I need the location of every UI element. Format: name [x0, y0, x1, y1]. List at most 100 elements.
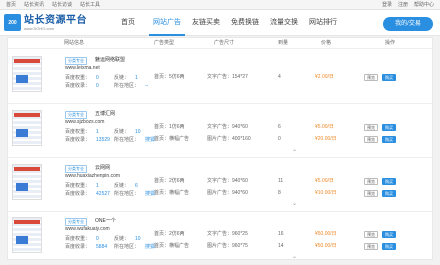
nav-site-ads[interactable]: 网站广告 — [149, 10, 185, 36]
ad-amount: 14 — [278, 243, 284, 249]
ad-price: ¥10.00/日 — [315, 190, 337, 196]
expand-chevron-icon[interactable]: ⌄ — [292, 253, 297, 260]
site-header: 200 站长资源平台 www.SOHO.com 首页 网站广告 友链买卖 免费换… — [0, 10, 440, 36]
nav-home[interactable]: 首页 — [110, 10, 146, 36]
buy-button[interactable]: 购买 — [382, 178, 396, 185]
baidu-index-label: 百度收录： — [65, 191, 91, 197]
login-link[interactable]: 登录 — [382, 0, 392, 10]
site-thumbnail[interactable] — [12, 56, 42, 92]
table-header: 网站信息 广告类型 广告尺寸 到量 价格 操作 — [8, 38, 432, 49]
backlinks: 反链： 1 — [114, 75, 138, 82]
preview-button[interactable]: 预览 — [364, 178, 378, 185]
backlinks-value: 6 — [135, 183, 138, 189]
help-link[interactable]: 帮助中心 — [414, 0, 434, 10]
baidu-index-label: 百度收录： — [65, 83, 91, 89]
buy-button[interactable]: 购买 — [382, 190, 396, 197]
table-row: 分类专业 魅运网络联盟 www.leixma.net 百度权重： 0 反链： 1 百度收录： 0… — [8, 50, 432, 104]
baidu-index-value: 42527 — [96, 191, 110, 197]
nav-site-ranking[interactable]: 网站排行 — [305, 10, 341, 36]
my-trade-button[interactable]: 我的/交易 — [383, 17, 433, 31]
site-url[interactable]: www.huaxiazhenpin.com — [65, 173, 120, 180]
top-link-news[interactable]: 站长资讯 — [24, 0, 44, 10]
baidu-index-value: 5884 — [96, 244, 108, 250]
preview-button[interactable]: 预览 — [364, 190, 378, 197]
baidu-weight-label: 百度权重： — [65, 183, 91, 189]
region-label: 所在地区： — [114, 137, 140, 143]
ad-size: 图片广告：400*160 — [207, 136, 251, 142]
ad-amount: 6 — [278, 124, 281, 130]
ad-amount: 11 — [278, 178, 284, 184]
nav-free-exchange[interactable]: 免费换链 — [227, 10, 263, 36]
baidu-weight-value: 0 — [96, 75, 99, 81]
buy-button[interactable]: 购买 — [382, 231, 396, 238]
baidu-weight-value: 1 — [96, 183, 99, 189]
register-link[interactable]: 注册 — [398, 0, 408, 10]
preview-button[interactable]: 预览 — [364, 231, 378, 238]
site-url[interactable]: www.wufakuaiy.com — [65, 226, 110, 233]
preview-button[interactable]: 预览 — [364, 124, 378, 131]
ad-type: 首页：横幅广告 — [154, 136, 190, 142]
site-url[interactable]: www.sjzbozs.com — [65, 119, 104, 126]
ad-size: 文字广告：940*60 — [207, 124, 248, 130]
backlinks-label: 反链： — [114, 236, 130, 242]
site-name[interactable]: 云网网 — [95, 165, 110, 172]
baidu-weight-label: 百度权重： — [65, 75, 91, 81]
site-thumbnail[interactable] — [12, 217, 42, 253]
ad-price: ¥50.00/日 — [315, 231, 337, 237]
buy-button[interactable]: 购买 — [382, 136, 396, 143]
logo-mark-icon: 200 — [4, 14, 21, 31]
logo-name: 站长资源平台 — [24, 14, 87, 26]
top-link-home[interactable]: 首页 — [6, 0, 16, 10]
ad-type: 首页：2仿6两 — [154, 178, 185, 184]
buy-button[interactable]: 购买 — [382, 74, 396, 81]
ad-type: 首页：1仿6两 — [154, 124, 185, 130]
baidu-index: 百度收录： 42527 — [65, 191, 110, 198]
top-bar: 首页 站长资讯 站长访谈 站长工具 登录 注册 帮助中心 — [0, 0, 440, 10]
baidu-weight: 百度权重： 1 — [65, 183, 99, 190]
baidu-weight: 百度权重： 0 — [65, 75, 99, 82]
expand-chevron-icon[interactable]: ⌄ — [292, 200, 297, 207]
top-link-tools[interactable]: 站长工具 — [80, 0, 100, 10]
table-row: 分类专业 云网网 www.huaxiazhenpin.com 百度权重： 1 反链： 6 百度… — [8, 158, 432, 212]
site-url[interactable]: www.leixma.net — [65, 65, 100, 72]
expand-chevron-icon[interactable]: ⌄ — [292, 146, 297, 153]
baidu-weight: 百度权重： 1 — [65, 129, 99, 136]
top-link-interview[interactable]: 站长访谈 — [52, 0, 72, 10]
backlinks-value: 10 — [135, 236, 141, 242]
backlinks: 反链： 10 — [114, 236, 141, 243]
site-logo[interactable]: 200 站长资源平台 www.SOHO.com — [4, 14, 87, 31]
backlinks: 反链： 10 — [114, 129, 141, 136]
category-tag: 分类专业 — [65, 57, 87, 65]
buy-button[interactable]: 购买 — [382, 243, 396, 250]
backlinks-value: 10 — [135, 129, 141, 135]
buy-button[interactable]: 购买 — [382, 124, 396, 131]
site-name[interactable]: ONE一个 — [95, 218, 116, 225]
logo-url: www.SOHO.com — [24, 25, 55, 31]
backlinks-label: 反链： — [114, 129, 130, 135]
backlinks-label: 反链： — [114, 183, 130, 189]
ad-type: 首页：横幅广告 — [154, 190, 190, 196]
baidu-weight: 百度权重： 0 — [65, 236, 99, 243]
preview-button[interactable]: 预览 — [364, 74, 378, 81]
nav-link-trade[interactable]: 友链买卖 — [188, 10, 224, 36]
site-thumbnail[interactable] — [12, 110, 42, 146]
region-label: 所在地区： — [114, 244, 140, 250]
baidu-weight-label: 百度权重： — [65, 129, 91, 135]
site-name[interactable]: 魅运网络联盟 — [95, 57, 125, 64]
ad-size: 图片广告：940*60 — [207, 190, 248, 196]
region: 所在地区： 搜狐 — [114, 191, 155, 198]
preview-button[interactable]: 预览 — [364, 243, 378, 250]
site-thumbnail[interactable] — [12, 164, 42, 200]
col-site-info: 网站信息 — [64, 40, 85, 46]
category-tag: 分类专业 — [65, 111, 87, 119]
region-label: 所在地区： — [114, 191, 140, 197]
col-ad-type: 广告类型 — [154, 40, 175, 46]
preview-button[interactable]: 预览 — [364, 136, 378, 143]
nav-traffic-exchange[interactable]: 流量交换 — [266, 10, 302, 36]
ad-price: ¥5.00/日 — [315, 178, 334, 184]
region: 所在地区： -- — [114, 83, 148, 90]
baidu-index: 百度收录： 5884 — [65, 244, 107, 251]
baidu-index-label: 百度收录： — [65, 244, 91, 250]
ad-size: 文字广告：154*27 — [207, 74, 248, 80]
site-name[interactable]: 五博汇网 — [95, 111, 115, 118]
